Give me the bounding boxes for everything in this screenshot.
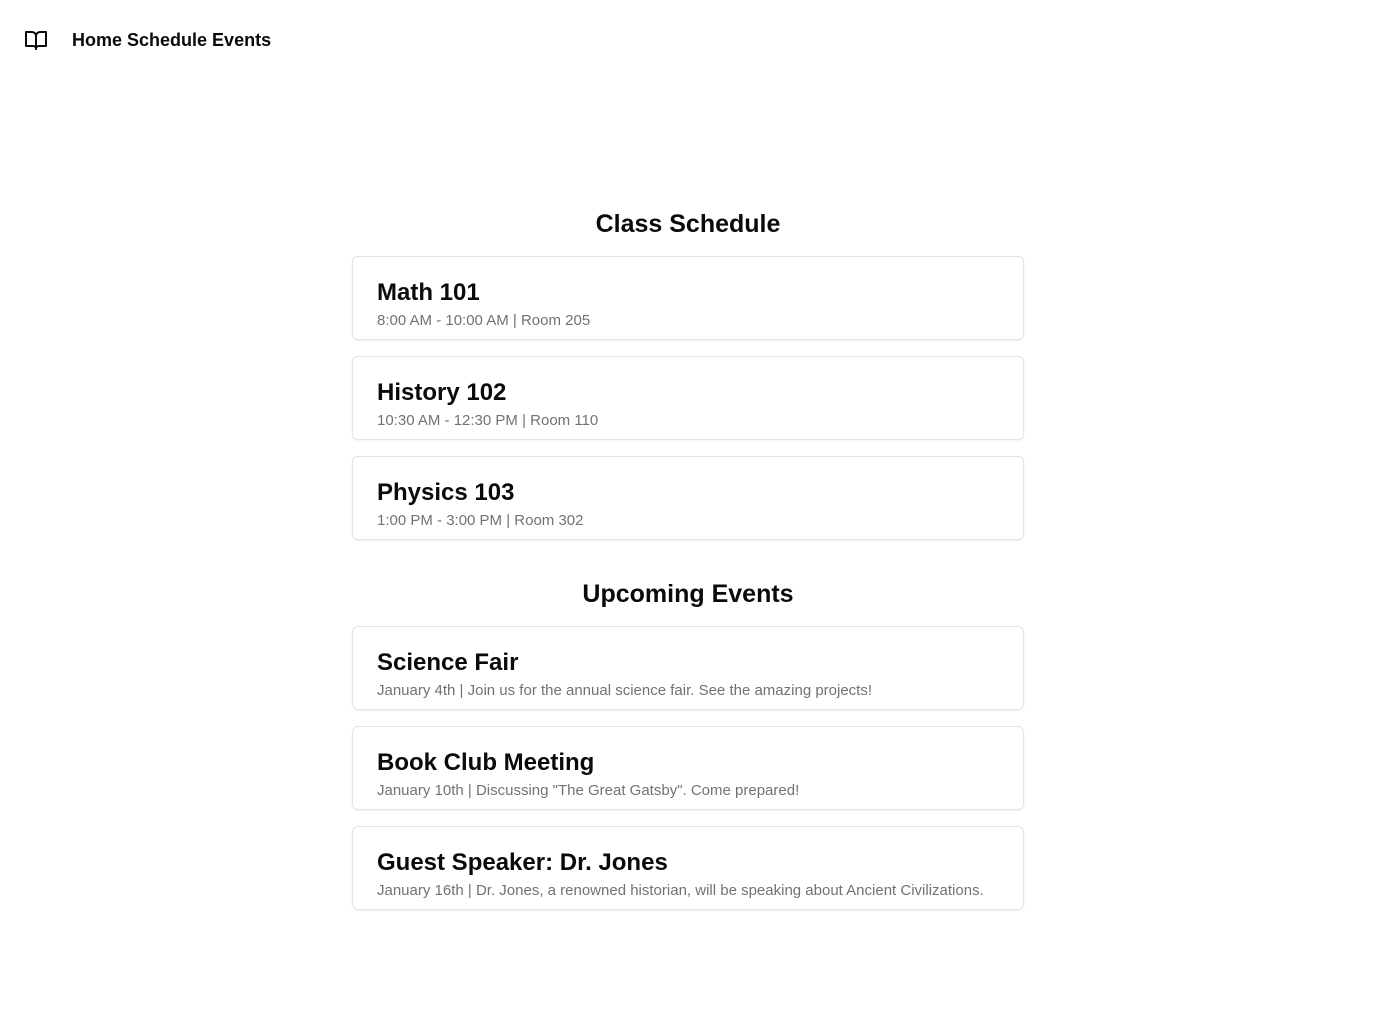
- card-title: Science Fair: [377, 649, 519, 676]
- event-card[interactable]: Science Fair January 4th | Join us for t…: [352, 626, 1024, 710]
- card-meta: 8:00 AM - 10:00 AM | Room 205: [377, 312, 591, 329]
- card-meta: January 4th | Join us for the annual sci…: [377, 682, 873, 699]
- card-title: Math 101: [377, 279, 480, 306]
- card-title: Book Club Meeting: [377, 749, 595, 776]
- upcoming-events-section: Upcoming Events Science Fair January 4th…: [352, 576, 1024, 910]
- section-title-schedule: Class Schedule: [595, 210, 781, 238]
- section-title-events: Upcoming Events: [582, 580, 794, 608]
- card-meta: January 10th | Discussing "The Great Gat…: [377, 782, 800, 799]
- card-title: History 102: [377, 379, 507, 406]
- top-nav: Home Schedule Events: [24, 26, 271, 54]
- main-content: Class Schedule Math 101 8:00 AM - 10:00 …: [352, 206, 1024, 926]
- schedule-card[interactable]: Math 101 8:00 AM - 10:00 AM | Room 205: [352, 256, 1024, 340]
- nav-link-events[interactable]: Events: [212, 30, 271, 51]
- schedule-card[interactable]: History 102 10:30 AM - 12:30 PM | Room 1…: [352, 356, 1024, 440]
- card-meta: 10:30 AM - 12:30 PM | Room 110: [377, 412, 599, 429]
- class-schedule-section: Class Schedule Math 101 8:00 AM - 10:00 …: [352, 206, 1024, 540]
- event-card[interactable]: Guest Speaker: Dr. Jones January 16th | …: [352, 826, 1024, 910]
- nav-link-home[interactable]: Home: [72, 30, 122, 51]
- card-title: Guest Speaker: Dr. Jones: [377, 849, 668, 876]
- nav-link-schedule[interactable]: Schedule: [127, 30, 207, 51]
- book-open-icon[interactable]: [24, 28, 48, 52]
- card-meta: January 16th | Dr. Jones, a renowned his…: [377, 882, 984, 899]
- schedule-card[interactable]: Physics 103 1:00 PM - 3:00 PM | Room 302: [352, 456, 1024, 540]
- events-list: Science Fair January 4th | Join us for t…: [352, 626, 1024, 910]
- card-meta: 1:00 PM - 3:00 PM | Room 302: [377, 512, 584, 529]
- card-title: Physics 103: [377, 479, 515, 506]
- event-card[interactable]: Book Club Meeting January 10th | Discuss…: [352, 726, 1024, 810]
- schedule-list: Math 101 8:00 AM - 10:00 AM | Room 205 H…: [352, 256, 1024, 540]
- nav-links: Home Schedule Events: [72, 30, 271, 51]
